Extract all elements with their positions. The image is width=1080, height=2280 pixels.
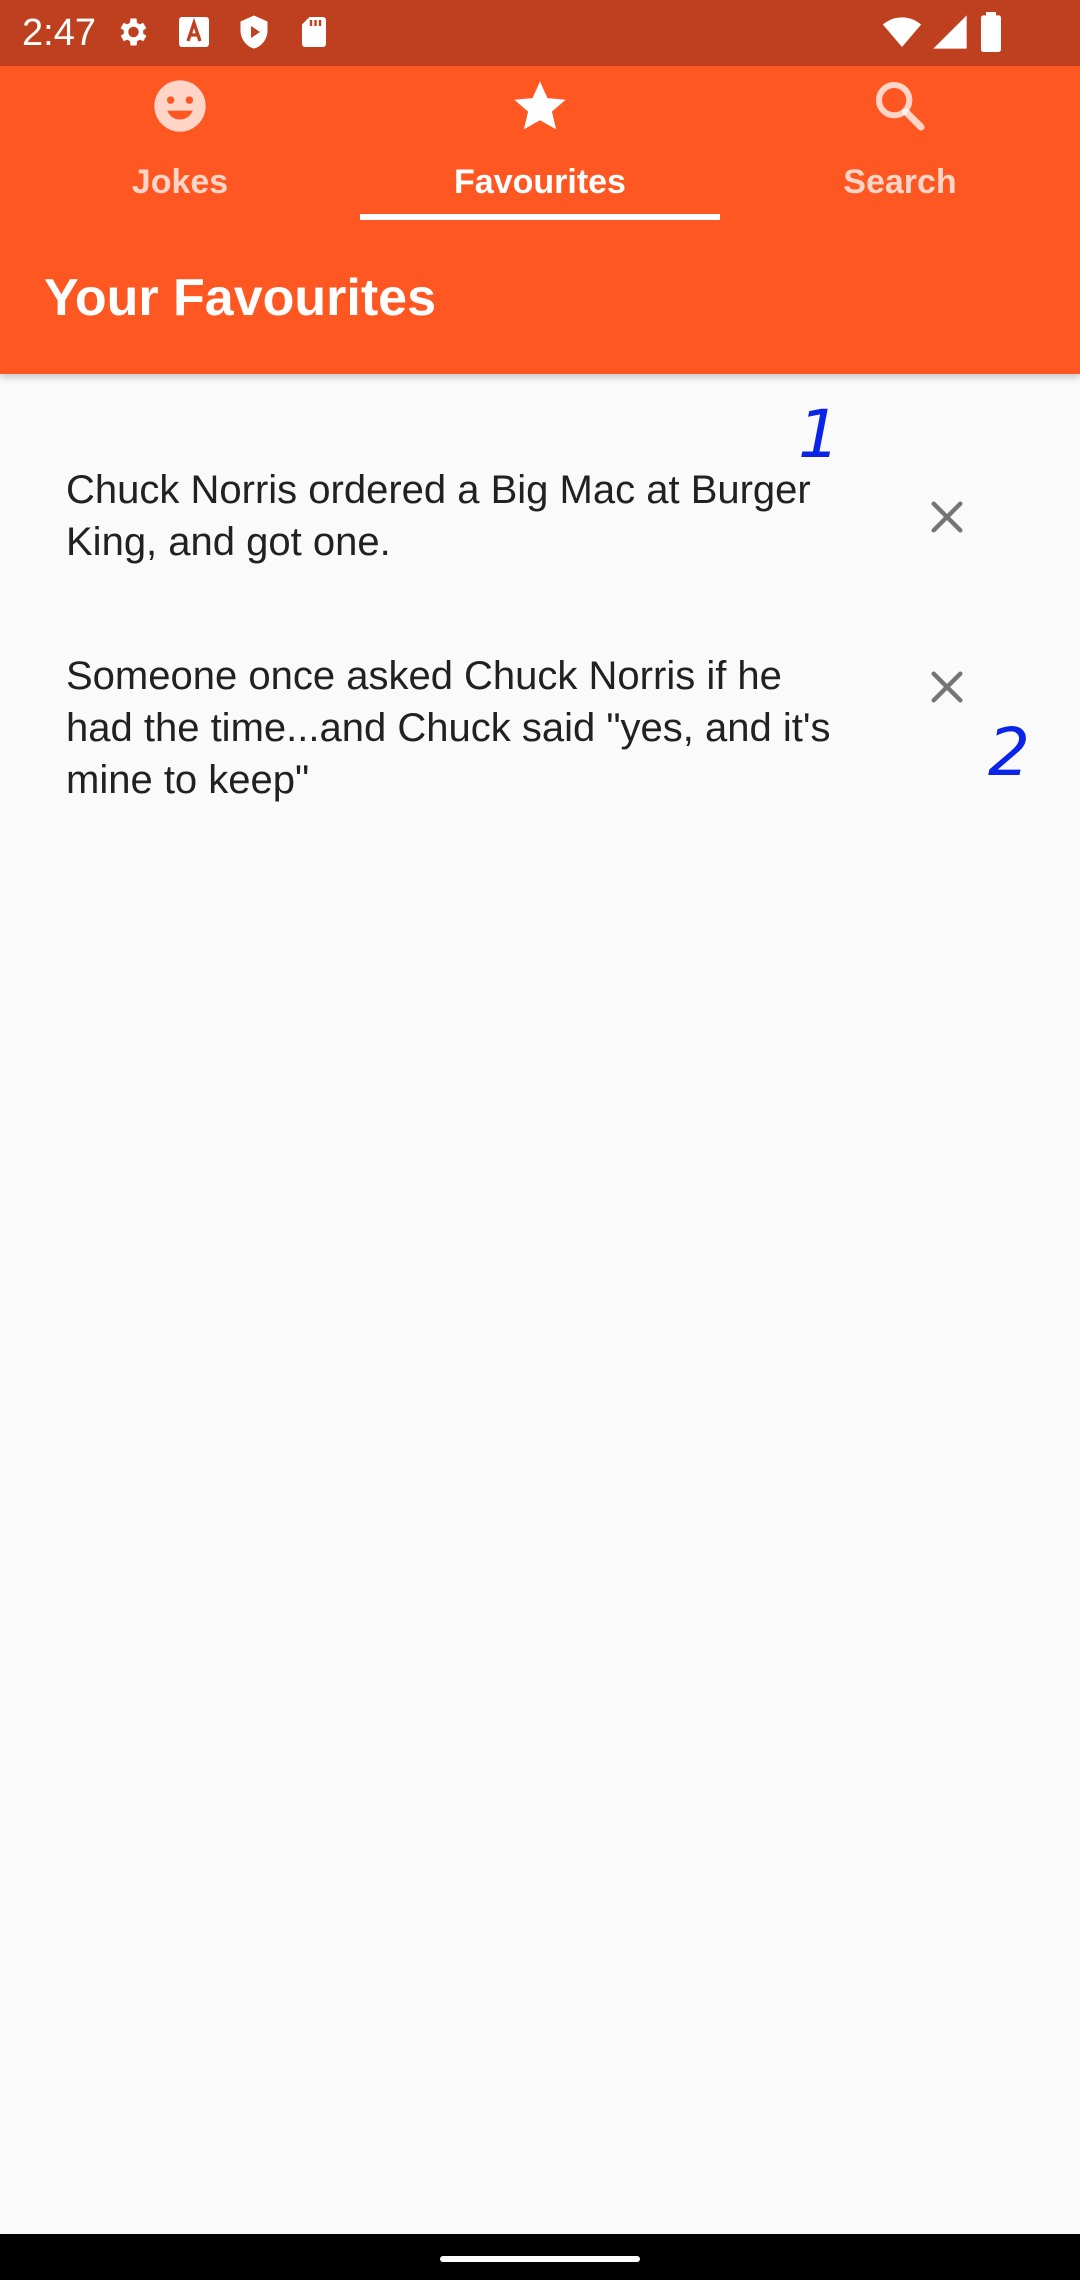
star-icon <box>514 81 566 130</box>
annotation-marker-2: 2 <box>988 714 1030 791</box>
close-icon <box>931 671 963 703</box>
tab-favourites-label: Favourites <box>454 163 626 201</box>
remove-favourite-button[interactable] <box>910 650 984 724</box>
home-handle[interactable] <box>440 2256 640 2262</box>
signal-icon <box>933 15 967 49</box>
tab-search-label: Search <box>843 163 957 201</box>
remove-favourite-button[interactable] <box>910 480 984 554</box>
tab-jokes-label: Jokes <box>131 163 229 201</box>
font-a-icon <box>179 17 209 47</box>
battery-icon <box>981 12 1001 52</box>
status-bar: 2:47 <box>0 0 1080 66</box>
annotation-marker-1: 1 <box>798 396 840 473</box>
shield-play-icon <box>240 15 268 49</box>
close-icon <box>931 501 963 533</box>
list-item: Chuck Norris ordered a Big Mac at Burger… <box>0 464 1080 594</box>
app-bar: Your Favourites <box>0 220 1080 374</box>
tab-favourites[interactable]: Favourites <box>360 66 720 220</box>
smiley-icon <box>154 80 206 132</box>
list-item: Someone once asked Chuck Norris if he ha… <box>0 650 1080 820</box>
sd-card-icon <box>302 17 326 47</box>
tab-bar: Jokes Favourites Search <box>0 66 1080 220</box>
search-icon <box>875 81 925 131</box>
navigation-bar <box>0 2234 1080 2280</box>
joke-text: Chuck Norris ordered a Big Mac at Burger… <box>66 468 811 564</box>
gear-icon <box>120 18 147 46</box>
page-title: Your Favourites <box>44 269 437 327</box>
tab-search[interactable]: Search <box>720 66 1080 220</box>
tab-jokes[interactable]: Jokes <box>0 66 360 220</box>
status-time: 2:47 <box>22 12 96 54</box>
wifi-icon <box>882 17 922 47</box>
joke-text: Someone once asked Chuck Norris if he ha… <box>66 654 831 802</box>
